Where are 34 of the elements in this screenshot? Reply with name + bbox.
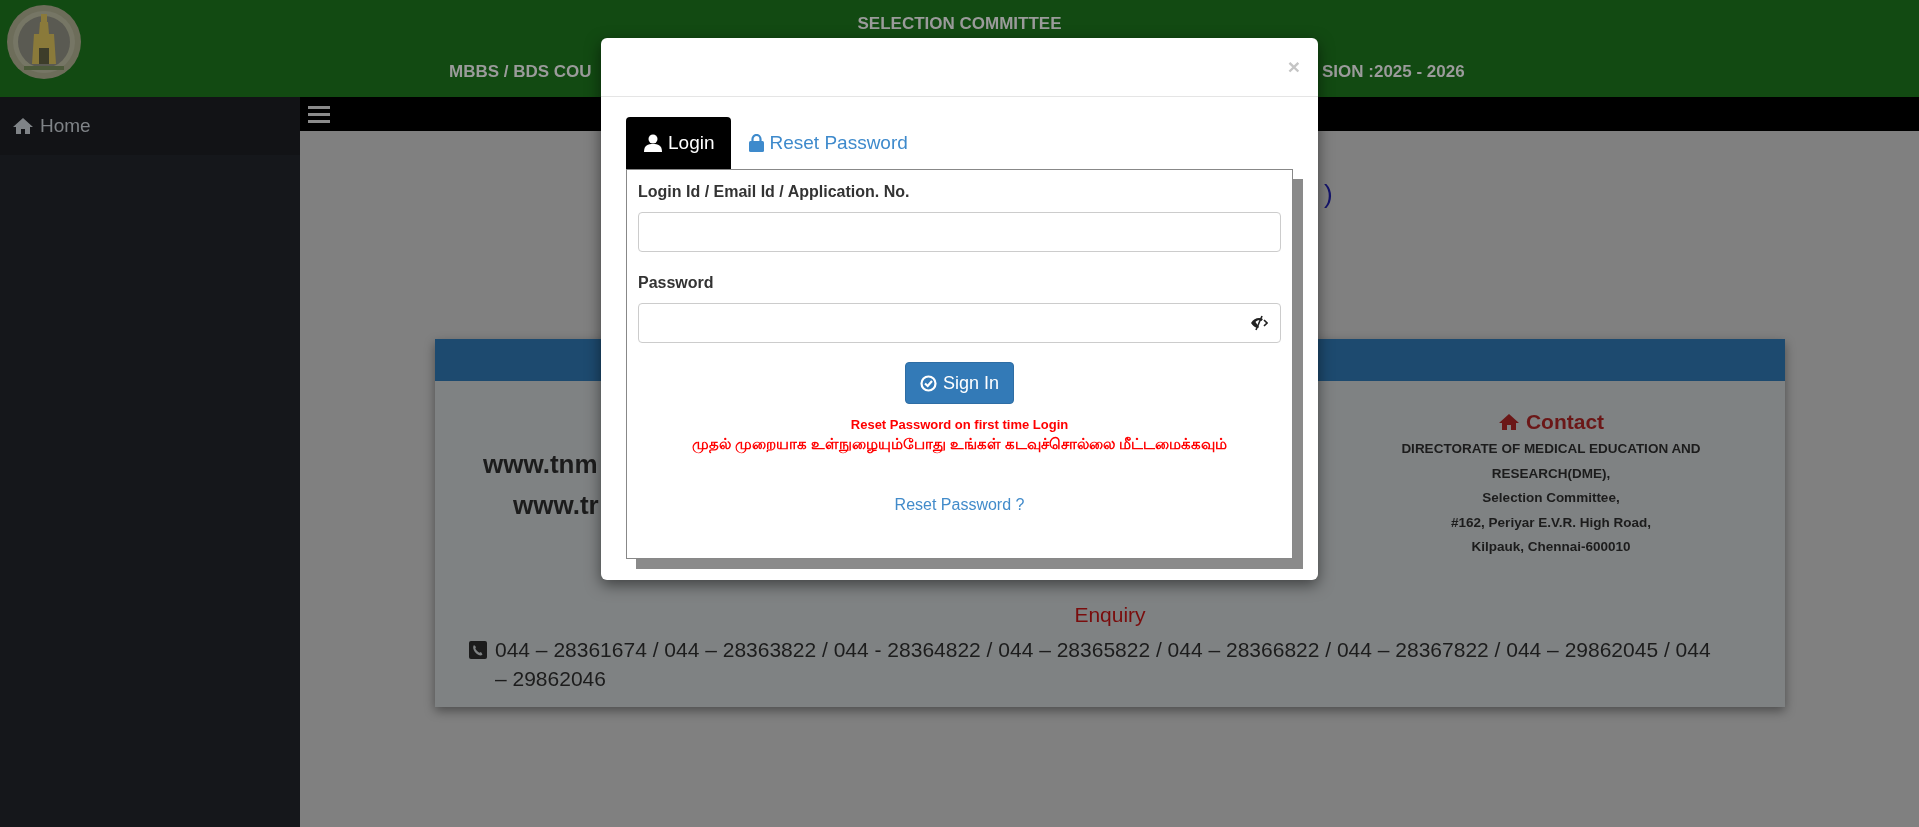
phone-numbers: 044 – 28361674 / 044 – 28363822 / 044 - 28364822 / 044 – 28365822 / 044 – 28366822 / 044 – 28367822 / 044 – 29862045 / 044 – 29862046 bbox=[495, 637, 1712, 692]
home-icon bbox=[1497, 413, 1520, 431]
notice-text: முதல் முறையாக உள்நுழையும்போது உங்கள் கடவுச்சொல்லை மீட்டமைக்கவும் bbox=[691, 435, 1228, 454]
emblem-icon bbox=[6, 4, 82, 80]
address-line: RESEARCH(DME), bbox=[1491, 464, 1611, 483]
eye-slash-icon bbox=[1250, 315, 1268, 331]
header-title: SELECTION COMMITTEE bbox=[857, 14, 1062, 34]
address-line: DIRECTORATE OF MEDICAL EDUCATION AND bbox=[1401, 440, 1701, 458]
sign-in-button[interactable]: Sign In bbox=[904, 362, 1014, 404]
check-circle-icon bbox=[919, 374, 937, 392]
user-icon bbox=[644, 134, 662, 152]
notice-text: Reset Password on first time Login bbox=[850, 416, 1069, 434]
field-label: Password bbox=[638, 274, 715, 292]
input-field[interactable] bbox=[638, 212, 1281, 252]
tab[interactable]: Reset Password bbox=[730, 117, 924, 169]
home-icon bbox=[12, 117, 34, 135]
phone-icon bbox=[469, 641, 487, 659]
website-address: www.tr bbox=[513, 490, 599, 521]
address-line: #162, Periyar E.V.R. High Road, bbox=[1451, 513, 1651, 532]
password-field[interactable] bbox=[638, 303, 1281, 343]
website-address: www.tnm bbox=[483, 449, 599, 480]
tab[interactable]: Login bbox=[626, 117, 731, 169]
page-heading: ) bbox=[1324, 179, 1333, 209]
header-subtitle: SION :2025 - 2026 bbox=[1322, 62, 1465, 82]
address-line: Kilpauk, Chennai-600010 bbox=[1471, 538, 1631, 556]
enquiry-heading: Enquiry bbox=[1074, 603, 1146, 626]
reset-password-link[interactable]: Reset Password ? bbox=[894, 496, 1025, 513]
header-subtitle: MBBS / BDS COU bbox=[449, 62, 592, 82]
sidebar-item[interactable]: Home bbox=[0, 97, 300, 155]
contact-heading: Contact bbox=[1525, 409, 1605, 435]
lock-icon bbox=[748, 134, 764, 152]
address-line: Selection Committee, bbox=[1482, 489, 1620, 507]
menu-icon bbox=[308, 105, 330, 123]
field-label: Login Id / Email Id / Application. No. bbox=[638, 183, 911, 201]
